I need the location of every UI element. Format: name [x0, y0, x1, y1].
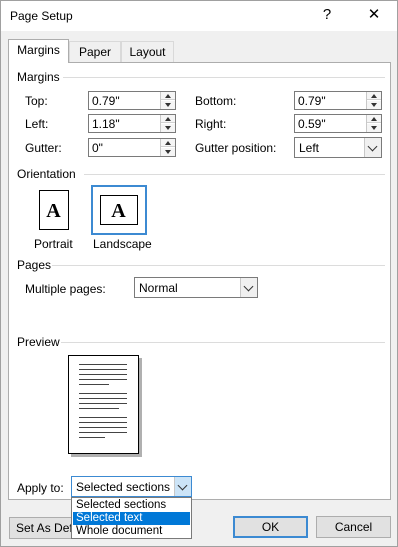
gutter-label: Gutter: — [25, 141, 62, 155]
apply-to-value: Selected sections — [76, 480, 171, 494]
gutter-position-value: Left — [299, 141, 320, 155]
close-button[interactable]: ✕ — [360, 4, 388, 26]
apply-to-label: Apply to: — [17, 481, 64, 495]
left-margin-value: 1.18" — [92, 117, 120, 131]
right-margin-spinner[interactable]: 0.59" — [294, 114, 382, 133]
pages-divider — [52, 265, 385, 266]
top-margin-label: Top: — [25, 94, 48, 108]
portrait-page-icon: A — [39, 190, 69, 230]
multiple-pages-label: Multiple pages: — [25, 282, 106, 296]
gutter-value: 0" — [92, 141, 103, 155]
tab-paper[interactable]: Paper — [69, 41, 121, 63]
right-margin-label: Right: — [195, 117, 227, 131]
tab-margins[interactable]: Margins — [8, 39, 69, 63]
apply-option-selected-text[interactable]: Selected text — [73, 512, 190, 525]
apply-to-dropdown-list: Selected sections Selected text Whole do… — [71, 497, 192, 539]
spin-down-icon[interactable] — [367, 101, 381, 109]
preview-divider — [61, 342, 385, 343]
gutter-position-select[interactable]: Left — [294, 137, 382, 158]
gutter-position-label: Gutter position: — [195, 141, 277, 155]
portrait-label: Portrait — [34, 237, 73, 251]
tab-layout[interactable]: Layout — [121, 41, 174, 63]
title-bar: Page Setup ? ✕ — [1, 1, 397, 31]
top-margin-value: 0.79" — [92, 94, 120, 108]
preview-page — [68, 355, 139, 454]
bottom-margin-value: 0.79" — [298, 94, 326, 108]
spin-down-icon[interactable] — [161, 148, 175, 156]
apply-option-whole-document[interactable]: Whole document — [73, 525, 190, 538]
portrait-letter: A — [46, 200, 61, 222]
preview-group-label: Preview — [17, 335, 60, 349]
ok-button[interactable]: OK — [233, 516, 308, 538]
orientation-group-label: Orientation — [17, 167, 76, 181]
apply-option-selected-sections[interactable]: Selected sections — [73, 499, 190, 512]
spin-up-icon[interactable] — [161, 115, 175, 123]
right-margin-value: 0.59" — [298, 117, 326, 131]
page-setup-dialog: Page Setup ? ✕ Margins Paper Layout Marg… — [0, 0, 398, 547]
portrait-option[interactable]: A — [25, 185, 81, 235]
margins-group-label: Margins — [17, 70, 60, 84]
window-title: Page Setup — [10, 9, 73, 23]
apply-to-select[interactable]: Selected sections — [71, 476, 192, 497]
help-button[interactable]: ? — [313, 4, 341, 26]
bottom-margin-label: Bottom: — [195, 94, 237, 108]
gutter-spinner[interactable]: 0" — [88, 138, 176, 157]
chevron-down-icon[interactable] — [240, 278, 257, 297]
left-margin-label: Left: — [25, 117, 49, 131]
multiple-pages-value: Normal — [139, 281, 178, 295]
spin-down-icon[interactable] — [161, 124, 175, 132]
landscape-option[interactable]: A — [91, 185, 147, 235]
pages-group-label: Pages — [17, 258, 52, 272]
spin-up-icon[interactable] — [367, 115, 381, 123]
top-margin-spinner[interactable]: 0.79" — [88, 91, 176, 110]
spin-up-icon[interactable] — [161, 139, 175, 147]
cancel-button[interactable]: Cancel — [316, 516, 391, 538]
bottom-margin-spinner[interactable]: 0.79" — [294, 91, 382, 110]
left-margin-spinner[interactable]: 1.18" — [88, 114, 176, 133]
spin-up-icon[interactable] — [161, 92, 175, 100]
chevron-down-icon[interactable] — [364, 138, 381, 157]
landscape-letter: A — [111, 200, 126, 222]
landscape-page-icon: A — [100, 195, 138, 225]
spin-up-icon[interactable] — [367, 92, 381, 100]
close-icon: ✕ — [367, 6, 381, 23]
spin-down-icon[interactable] — [367, 124, 381, 132]
chevron-down-icon[interactable] — [174, 477, 191, 496]
landscape-label: Landscape — [93, 237, 152, 251]
multiple-pages-select[interactable]: Normal — [134, 277, 258, 298]
margins-divider — [63, 77, 385, 78]
spin-down-icon[interactable] — [161, 101, 175, 109]
orientation-divider — [84, 174, 385, 175]
